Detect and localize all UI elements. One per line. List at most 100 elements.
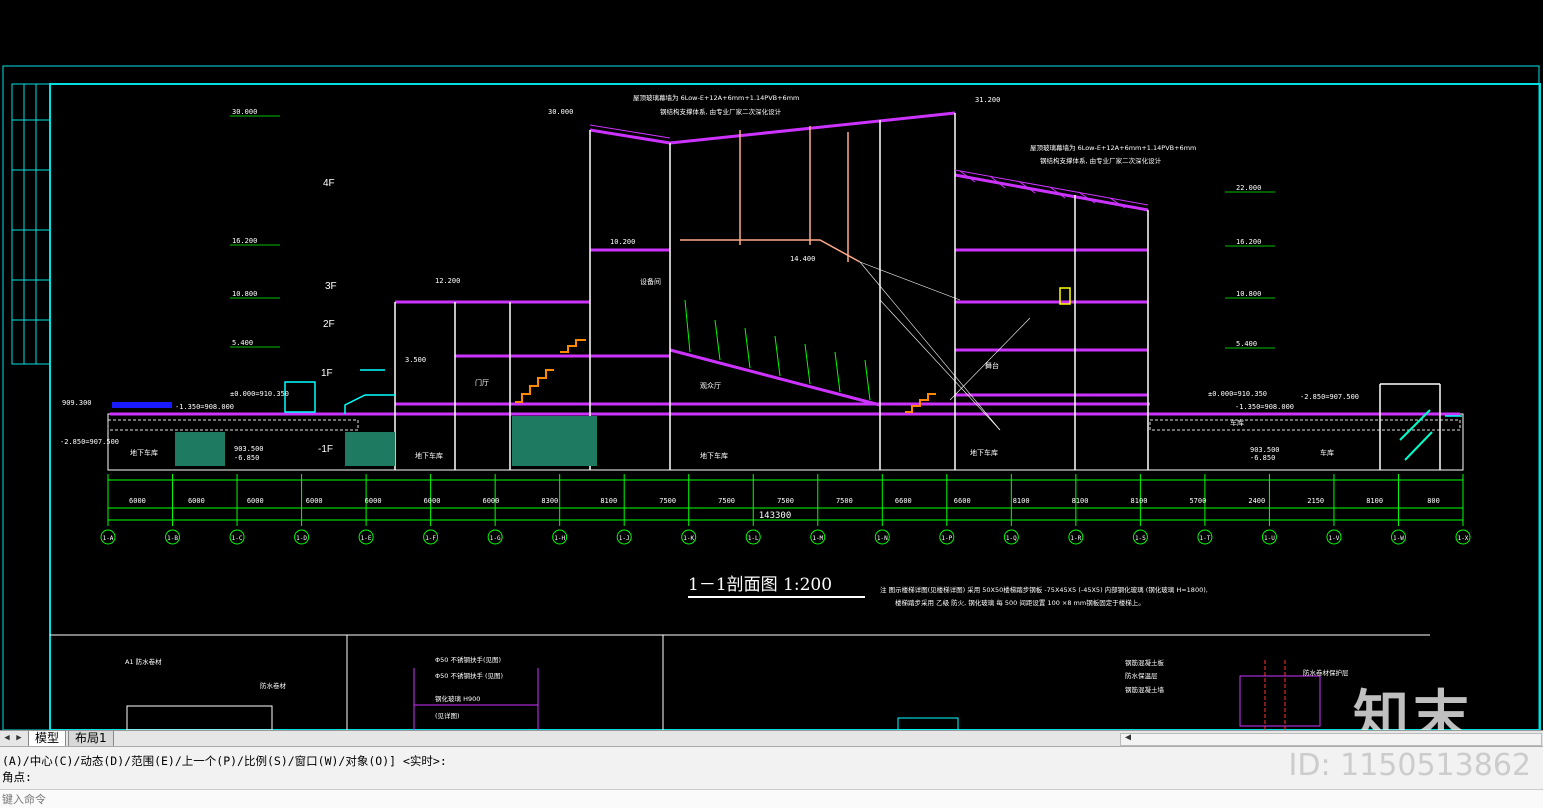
- level-text: ±0.000=910.350: [1208, 390, 1267, 398]
- tab-last-arrow-icon[interactable]: ▶: [14, 732, 24, 745]
- level-text: 22.000: [1236, 184, 1261, 192]
- level-text: -2.850=907.500: [60, 438, 119, 446]
- room-label: 门厅: [475, 378, 489, 387]
- room-label: 车库: [1320, 448, 1334, 457]
- detail-label: 钢筋混凝土墙: [1125, 685, 1165, 694]
- floor-label-3f: 3F: [325, 281, 337, 292]
- axis-label: 1-H: [554, 535, 565, 542]
- dimension-span-text: 2400: [1248, 497, 1265, 505]
- drawing-canvas[interactable]: 6000 6000 6000 6000 6000 6000 6000 8300 8100 7500…: [0, 0, 1543, 730]
- level-text: -6.850: [1250, 454, 1275, 462]
- room-label: 地下车库: [970, 448, 998, 457]
- floor-label-b1f: -1F: [318, 444, 333, 455]
- level-text: 12.200: [435, 277, 460, 285]
- command-input-placeholder: 键入命令: [2, 793, 46, 806]
- layout-tab-bar: ◀ ▶ 模型 布局1 ◀: [0, 730, 1543, 747]
- level-text: -2.850=907.500: [1300, 393, 1359, 401]
- level-text: 909.300: [62, 399, 92, 407]
- top-levels: 30.000 31.200 14.400 10.200 12.200 3.500: [405, 96, 1000, 364]
- dimension-span-text: 6000: [424, 497, 441, 505]
- scroll-left-icon[interactable]: ◀: [1125, 732, 1131, 743]
- room-label: 地下车库: [700, 451, 728, 460]
- dimension-span-text: 7500: [718, 497, 735, 505]
- left-level-leaders: [230, 115, 280, 348]
- left-levels: 30.000 16.200 10.800 5.400 ±0.000=910.35…: [60, 108, 289, 462]
- level-text: 10.800: [232, 290, 257, 298]
- room-label: 车库: [1230, 418, 1244, 427]
- note-line-2: 楼梯踏步采用 乙级 防火, 钢化玻璃 每 500 间距设置 100 ×8 mm钢…: [895, 598, 1145, 607]
- axis-label: 1-N: [877, 535, 888, 542]
- tab-first-arrow-icon[interactable]: ◀: [2, 732, 12, 745]
- roof-note-left-2: 钢结构支撑体系, 由专业厂家二次深化设计: [660, 107, 782, 116]
- dimension-span-text: 800: [1427, 497, 1440, 505]
- axis-label: 1-R: [1070, 535, 1081, 542]
- level-text: 3.500: [405, 356, 426, 364]
- dimension-span-text: 5700: [1189, 497, 1206, 505]
- axis-label: 1-G: [490, 535, 501, 542]
- dimension-span-text: 2150: [1307, 497, 1324, 505]
- level-text: 10.800: [1236, 290, 1261, 298]
- dimension-texts: 6000 6000 6000 6000 6000 6000 6000 8300 8100 7500…: [129, 497, 1440, 505]
- ground-hatch-right: [1149, 419, 1461, 431]
- level-text: 5.400: [232, 339, 253, 347]
- level-text: 5.400: [1236, 340, 1257, 348]
- detail-label: 防水卷材保护层: [1303, 668, 1349, 677]
- detail-drawings: [126, 660, 1321, 730]
- right-level-leaders: [1225, 191, 1275, 349]
- level-text: -1.350=908.000: [175, 403, 234, 411]
- level-text: -1.350=908.000: [1235, 403, 1294, 411]
- detail-label: Φ50 不锈钢扶手 (见图): [435, 671, 503, 680]
- stair-right: [1399, 409, 1433, 461]
- roof-note-right: 屋顶玻璃幕墙为 6Low-E+12A+6mm+1.14PVB+6mm: [1030, 143, 1196, 152]
- axis-label: 1-F: [425, 535, 436, 542]
- detail-label: (见详图): [435, 711, 460, 720]
- axis-label: 1-X: [1458, 535, 1469, 542]
- dimension-span-text: 6000: [306, 497, 323, 505]
- axis-label: 1-V: [1329, 535, 1340, 542]
- axis-label: 1-P: [941, 535, 952, 542]
- room-label: 地下车库: [415, 451, 443, 460]
- room-label: 观众厅: [700, 382, 721, 390]
- dimension-span-text: 7500: [777, 497, 794, 505]
- level-text: 30.000: [548, 108, 573, 116]
- axis-bubbles: 1-A 1-B 1-C 1-D 1-E 1-F 1-G 1-H 1-J 1-K 1-L 1-M 1-N 1…: [100, 529, 1471, 545]
- tab-layout1[interactable]: 布局1: [68, 731, 114, 747]
- dimension-span-text: 8300: [541, 497, 558, 505]
- command-history-line-1: (A)/中心(C)/动态(D)/范围(E)/上一个(P)/比例(S)/窗口(W)…: [2, 754, 447, 768]
- axis-label: 1-U: [1264, 535, 1275, 542]
- level-text: ±0.000=910.350: [230, 390, 289, 398]
- axis-label: 1-S: [1135, 535, 1146, 542]
- dimension-span-text: 6000: [247, 497, 264, 505]
- axis-label: 1-T: [1199, 535, 1210, 542]
- detail-label: 防水卷材: [260, 681, 287, 690]
- level-text: 30.000: [232, 108, 257, 116]
- level-text: 903.500: [1250, 446, 1280, 454]
- ground-hatch-left: [107, 419, 359, 431]
- dimension-span-text: 6600: [895, 497, 912, 505]
- axis-label: 1-W: [1393, 535, 1404, 542]
- axis-label: 1-B: [167, 535, 178, 542]
- detail-label: 钢化玻璃 H900: [435, 694, 480, 703]
- dimension-span-text: 6000: [188, 497, 205, 505]
- command-history-line-2: 角点:: [2, 770, 32, 784]
- horizontal-scrollbar[interactable]: ◀: [1120, 732, 1542, 746]
- roof-note-left: 屋顶玻璃幕墙为 6Low-E+12A+6mm+1.14PVB+6mm: [633, 93, 799, 102]
- dimension-span-text: 8100: [1366, 497, 1383, 505]
- detail-label: Φ50 不锈钢扶手(见图): [435, 655, 501, 664]
- section-drawing: 6000 6000 6000 6000 6000 6000 6000 8300 8100 7500…: [2, 65, 1541, 730]
- room-label: 设备间: [640, 277, 661, 286]
- command-input[interactable]: 键入命令: [0, 789, 1543, 808]
- inner-frame: [49, 83, 1541, 730]
- detail-label: 钢筋混凝土板: [1125, 658, 1165, 667]
- axis-label: 1-Q: [1006, 535, 1017, 542]
- tab-model[interactable]: 模型: [28, 731, 67, 747]
- dimension-span-text: 6000: [483, 497, 500, 505]
- pipe-lines: [680, 126, 861, 263]
- roof-note-right-2: 钢结构支撑体系, 由专业厂家二次深化设计: [1040, 156, 1162, 165]
- dimension-span-text: 6000: [365, 497, 382, 505]
- axis-label: 1-D: [296, 535, 307, 542]
- axis-label: 1-L: [748, 535, 759, 542]
- axis-label: 1-A: [103, 535, 114, 542]
- floor-slabs: [110, 111, 1460, 416]
- title-block: [11, 83, 51, 365]
